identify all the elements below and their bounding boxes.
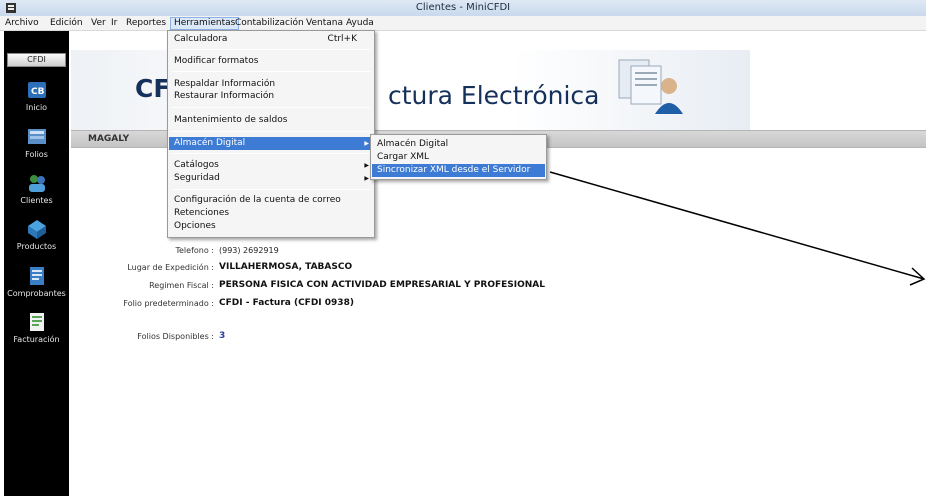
nav-item-comprobantes[interactable]: Comprobantes: [4, 265, 69, 298]
menu-item-almacen-digital[interactable]: Almacén Digital ▶: [169, 137, 373, 150]
nav-label-comprobantes: Comprobantes: [7, 289, 66, 298]
left-navigation: CFDI CB Inicio Folios Clientes Productos…: [4, 31, 69, 496]
nav-item-inicio[interactable]: CB Inicio: [4, 79, 69, 112]
title-bar: Clientes - MiniCFDI: [0, 0, 926, 16]
folios-disponibles-value: 3: [219, 331, 226, 341]
nav-label-productos: Productos: [16, 242, 57, 251]
nav-label-inicio: Inicio: [25, 103, 48, 112]
catalogos-label: Catálogos: [174, 160, 219, 170]
regimen-fiscal-value: PERSONA FISICA CON ACTIVIDAD EMPRESARIAL…: [219, 280, 545, 290]
receipts-icon: [29, 267, 44, 285]
menu-separator: [172, 131, 370, 132]
banner-title-left: CF: [135, 74, 171, 103]
menu-herramientas[interactable]: Herramientas: [170, 17, 240, 30]
menu-separator: [172, 71, 370, 72]
nav-item-folios[interactable]: Folios: [4, 126, 69, 159]
submenu-arrow-icon: ▶: [364, 175, 369, 182]
menu-separator: [172, 189, 370, 190]
nav-item-clientes[interactable]: Clientes: [4, 172, 69, 205]
submenu-arrow-icon: ▶: [364, 140, 369, 147]
menu-archivo[interactable]: Archivo: [2, 17, 42, 30]
nav-header: CFDI: [7, 53, 66, 67]
submenu-item-sincronizar-xml[interactable]: Sincronizar XML desde el Servidor: [372, 164, 545, 177]
menu-ver[interactable]: Ver: [88, 17, 109, 30]
app-window: Clientes - MiniCFDI Archivo Edición Ver …: [0, 0, 926, 496]
menu-item-catalogos[interactable]: Catálogos ▶: [169, 159, 373, 172]
folios-icon: [27, 129, 46, 144]
nav-label-folios: Folios: [25, 150, 48, 159]
menu-ayuda[interactable]: Ayuda: [343, 17, 377, 30]
menu-item-modificar-formatos[interactable]: Modificar formatos: [169, 55, 373, 68]
menu-edicion[interactable]: Edición: [47, 17, 86, 30]
submenu-item-cargar-xml[interactable]: Cargar XML: [372, 151, 545, 164]
user-name: MAGALY: [88, 134, 130, 144]
regimen-fiscal-label: Regimen Fiscal :: [149, 281, 214, 290]
telefono-label: Telefono :: [175, 246, 214, 255]
nav-item-productos[interactable]: Productos: [4, 218, 69, 251]
clients-icon: [28, 175, 45, 192]
telefono-value: (993) 2692919: [219, 246, 279, 255]
menu-separator: [172, 49, 370, 50]
calculadora-label: Calculadora: [174, 34, 228, 44]
folio-predeterminado-label: Folio predeterminado :: [123, 299, 214, 308]
folio-predeterminado-value: CFDI - Factura (CFDI 0938): [219, 298, 354, 308]
menu-bar: Archivo Edición Ver Ir Reportes Herramie…: [0, 16, 926, 31]
folios-disponibles-label: Folios Disponibles :: [137, 332, 214, 341]
menu-contabilizacion[interactable]: Contabilización: [232, 17, 307, 30]
lugar-expedicion-value: VILLAHERMOSA, TABASCO: [219, 262, 353, 272]
submenu-arrow-icon: ▶: [364, 162, 369, 169]
menu-item-restaurar[interactable]: Restaurar Información: [169, 90, 373, 103]
menu-item-opciones[interactable]: Opciones: [169, 220, 373, 233]
menu-item-retenciones[interactable]: Retenciones: [169, 207, 373, 220]
submenu-item-almacen-digital[interactable]: Almacén Digital: [372, 138, 545, 151]
lugar-expedicion-label: Lugar de Expedición :: [127, 263, 214, 272]
invoice-icon: [29, 313, 44, 331]
window-title: Clientes - MiniCFDI: [415, 2, 511, 13]
menu-item-mantenimiento[interactable]: Mantenimiento de saldos: [169, 114, 373, 127]
seguridad-label: Seguridad: [174, 173, 220, 183]
products-icon: [27, 220, 46, 239]
menu-item-calculadora[interactable]: Calculadora Ctrl+K: [169, 33, 373, 46]
herramientas-dropdown: Calculadora Ctrl+K Modificar formatos Re…: [167, 30, 375, 238]
nav-label-facturacion: Facturación: [13, 335, 60, 344]
almacen-label: Almacén Digital: [174, 138, 246, 148]
banner-title-right: ctura Electrónica: [388, 81, 600, 110]
menu-separator: [172, 107, 370, 108]
menu-item-seguridad[interactable]: Seguridad ▶: [169, 172, 373, 185]
banner-illustration: [618, 59, 683, 114]
svg-text:CB: CB: [31, 87, 45, 97]
menu-ventana[interactable]: Ventana: [303, 17, 346, 30]
menu-reportes[interactable]: Reportes: [123, 17, 169, 30]
almacen-submenu: Almacén Digital Cargar XML Sincronizar X…: [370, 134, 547, 180]
menu-item-config-correo[interactable]: Configuración de la cuenta de correo: [169, 194, 373, 207]
menu-separator: [172, 153, 370, 154]
home-icon: CB: [27, 82, 46, 98]
menu-ir[interactable]: Ir: [108, 17, 120, 30]
nav-label-clientes: Clientes: [20, 196, 53, 205]
calculadora-shortcut: Ctrl+K: [327, 34, 357, 44]
nav-item-facturacion[interactable]: Facturación: [4, 311, 69, 344]
